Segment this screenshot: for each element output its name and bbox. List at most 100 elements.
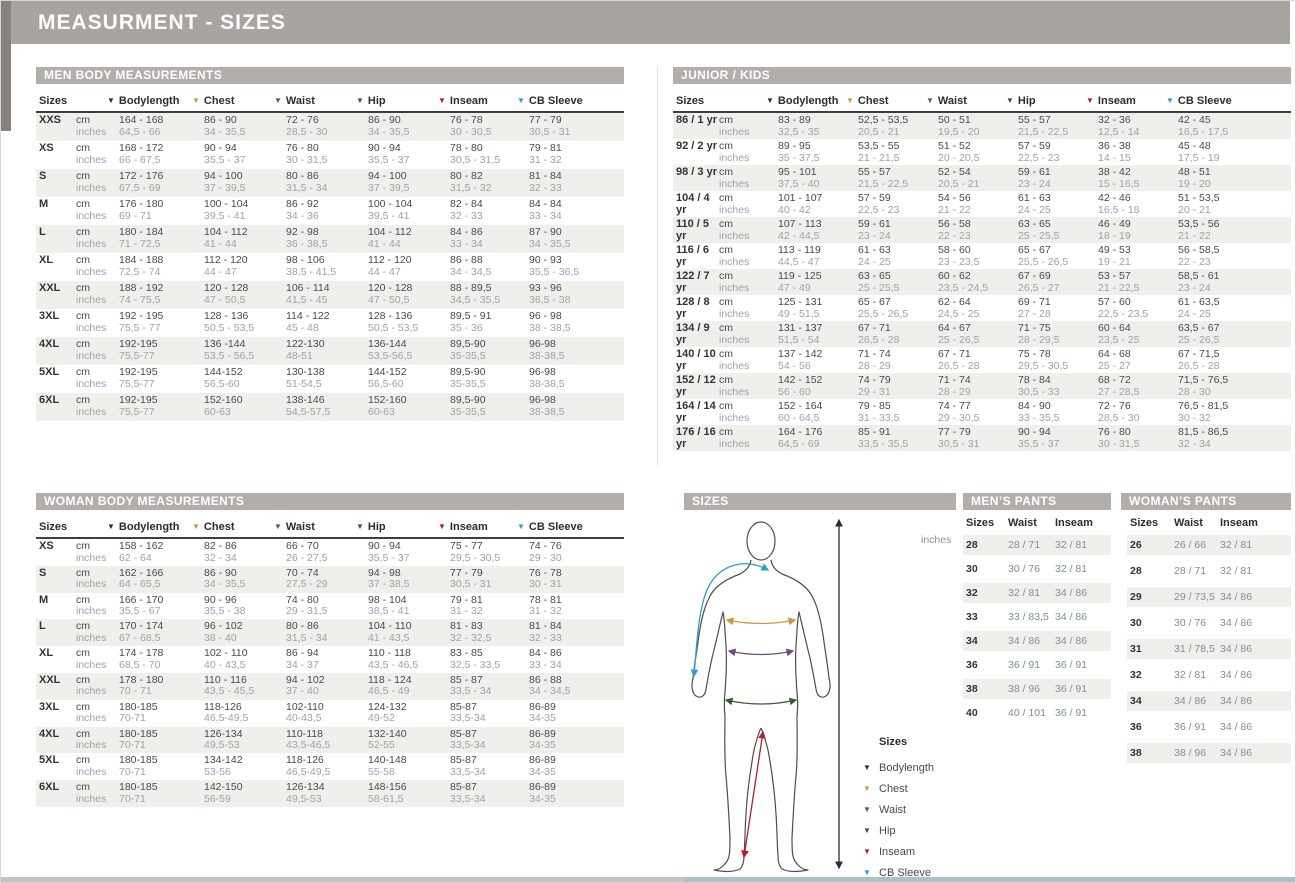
value-inches: 20,5 - 21: [858, 127, 926, 139]
value-cell: 52,5 - 53,520,5 - 21: [846, 115, 926, 139]
unit-cell: cminches: [76, 227, 107, 253]
value-cm: 63,5 - 67: [1178, 323, 1291, 335]
value-cell: 164 - 16864,5 - 66: [107, 115, 192, 141]
value-cm: 60 - 64: [1098, 323, 1166, 335]
value-cell: 128 - 13650,5 - 53,5: [192, 311, 274, 337]
value-cm: 90 - 94: [1018, 427, 1086, 439]
table-header-row: Sizes▼Bodylength▼Chest▼Waist▼Hip▼Inseam▼…: [36, 95, 624, 113]
value-inches: 16,5 - 18: [1098, 205, 1166, 217]
value-cell: 131 - 13751,5 - 54: [766, 323, 846, 347]
table-row: 152 / 12 yrcminches142 - 15256 - 6074 - …: [673, 373, 1291, 399]
unit-inches: inches: [76, 379, 107, 391]
value-cell: 89,5-9035-35,5: [438, 339, 517, 365]
value-cm: 122-130: [286, 339, 356, 351]
pants-cell: 36 / 91: [1008, 655, 1055, 675]
unit-inches: inches: [76, 211, 107, 223]
value-cell: 57 - 5922,5 - 23: [846, 193, 926, 217]
table-row: XXScminches164 - 16864,5 - 6686 - 9034 -…: [36, 113, 624, 141]
value-cm: 56 - 58,5: [1178, 245, 1291, 257]
unit-cm: cm: [719, 271, 766, 283]
value-cm: 89,5 - 91: [450, 311, 517, 323]
value-inches: 35,5 - 36,5: [529, 267, 624, 279]
unit-inches: inches: [76, 767, 107, 779]
unit-cell: cminches: [719, 141, 766, 165]
value-cm: 104 - 112: [368, 227, 438, 239]
unit-inches: inches: [76, 606, 107, 618]
value-cell: 67 - 7126,5 - 28: [926, 349, 1006, 373]
value-cm: 68 - 72: [1098, 375, 1166, 387]
value-cell: 76 - 8030 - 31,5: [274, 143, 356, 169]
pants-cell: 29 / 73,5: [1174, 587, 1220, 607]
value-cell: 192-19575,5-77: [107, 367, 192, 393]
value-cell: 64 - 6725 - 26,5: [926, 323, 1006, 347]
value-cm: 107 - 113: [778, 219, 846, 231]
value-inches: 25 - 25,5: [858, 283, 926, 295]
size-label: S: [36, 171, 76, 197]
value-inches: 19,5 - 20: [938, 127, 1006, 139]
size-label: 92 / 2 yr: [673, 141, 719, 165]
value-inches: 35-35,5: [450, 407, 517, 419]
value-cell: 144-15256,5-60: [356, 367, 438, 393]
section-bar-mens-pants: MEN’S PANTS: [963, 493, 1111, 510]
value-cm: 86 - 94: [286, 648, 356, 660]
value-cell: 79 - 8131 - 32: [517, 143, 624, 169]
table-row: XLcminches184 - 18872,5 - 74112 - 12044 …: [36, 253, 624, 281]
value-inches: 72,5 - 74: [119, 267, 192, 279]
value-cm: 94 - 100: [204, 171, 274, 183]
value-cm: 192-195: [119, 339, 192, 351]
value-inches: 66 - 67,5: [119, 155, 192, 167]
value-cm: 90 - 93: [529, 255, 624, 267]
table-row: 128 / 8 yrcminches125 - 13149 - 51,565 -…: [673, 295, 1291, 321]
value-cm: 61 - 63: [858, 245, 926, 257]
value-cell: 49 - 5319 - 21: [1086, 245, 1166, 269]
value-cell: 83 - 8932,5 - 35: [766, 115, 846, 139]
value-inches: 26,5 - 28: [1178, 361, 1291, 373]
value-inches: 35,5 - 37: [1018, 439, 1086, 451]
unit-cell: cminches: [76, 115, 107, 141]
sort-arrow-icon: ▼: [926, 96, 934, 105]
value-inches: 29,5 - 30,5: [450, 553, 517, 565]
value-cell: 136-14453,5-56,5: [356, 339, 438, 365]
column-header-waist: ▼Waist: [274, 95, 356, 111]
value-cell: 74 - 7929 - 31: [846, 375, 926, 399]
value-cm: 84 - 86: [529, 648, 624, 660]
legend-item: ▼Inseam: [863, 841, 934, 862]
value-inches: 75,5-77: [119, 379, 192, 391]
unit-inches: inches: [76, 267, 107, 279]
pants-cell: 38 / 96: [1174, 743, 1220, 763]
pants-row: 4040 / 10136 / 91: [963, 703, 1111, 723]
value-inches: 70 - 71: [119, 686, 192, 698]
value-inches: 60-63: [368, 407, 438, 419]
value-cm: 71 - 74: [938, 375, 1006, 387]
value-inches: 30,5 - 31: [450, 579, 517, 591]
unit-cm: cm: [76, 171, 107, 183]
pants-column-header: Inseam: [1220, 517, 1284, 535]
value-cell: 130-13851-54,5: [274, 367, 356, 393]
unit-inches: inches: [719, 153, 766, 165]
column-header-inseam: ▼Inseam: [1086, 95, 1166, 111]
unit-cm: cm: [76, 311, 107, 323]
title-bar: MEASURMENT - SIZES: [11, 1, 1290, 44]
value-inches: 31 - 32: [529, 606, 624, 618]
size-label: 176 / 16 yr: [673, 427, 719, 451]
pants-row: 3131 / 78,534 / 86: [1127, 639, 1291, 659]
table-row: 104 / 4 yrcminches101 - 10740 - 4257 - 5…: [673, 191, 1291, 217]
value-cell: 42 - 4616,5 - 18: [1086, 193, 1166, 217]
pants-column-header: Sizes: [1127, 517, 1174, 535]
value-cm: 76 - 78: [450, 115, 517, 127]
value-cell: 84 - 9033 - 35,5: [1006, 401, 1086, 425]
pants-cell: 30: [1127, 613, 1174, 633]
value-cell: 63 - 6525 - 25,5: [1006, 219, 1086, 243]
pants-cell: 30 / 76: [1008, 559, 1055, 579]
value-cm: 120 - 128: [204, 283, 274, 295]
value-cell: 78 - 8430,5 - 33: [1006, 375, 1086, 399]
value-cm: 113 - 119: [778, 245, 846, 257]
value-cell: 126-13449,5-53: [192, 729, 274, 754]
size-label: 128 / 8 yr: [673, 297, 719, 321]
pants-cell: 26 / 66: [1174, 535, 1220, 555]
value-cm: 58 - 60: [938, 245, 1006, 257]
value-cm: 66 - 70: [286, 541, 356, 553]
value-cm: 42 - 45: [1178, 115, 1291, 127]
value-cell: 94 - 10037 - 39,5: [356, 171, 438, 197]
value-inches: 25 - 25,5: [1018, 231, 1086, 243]
